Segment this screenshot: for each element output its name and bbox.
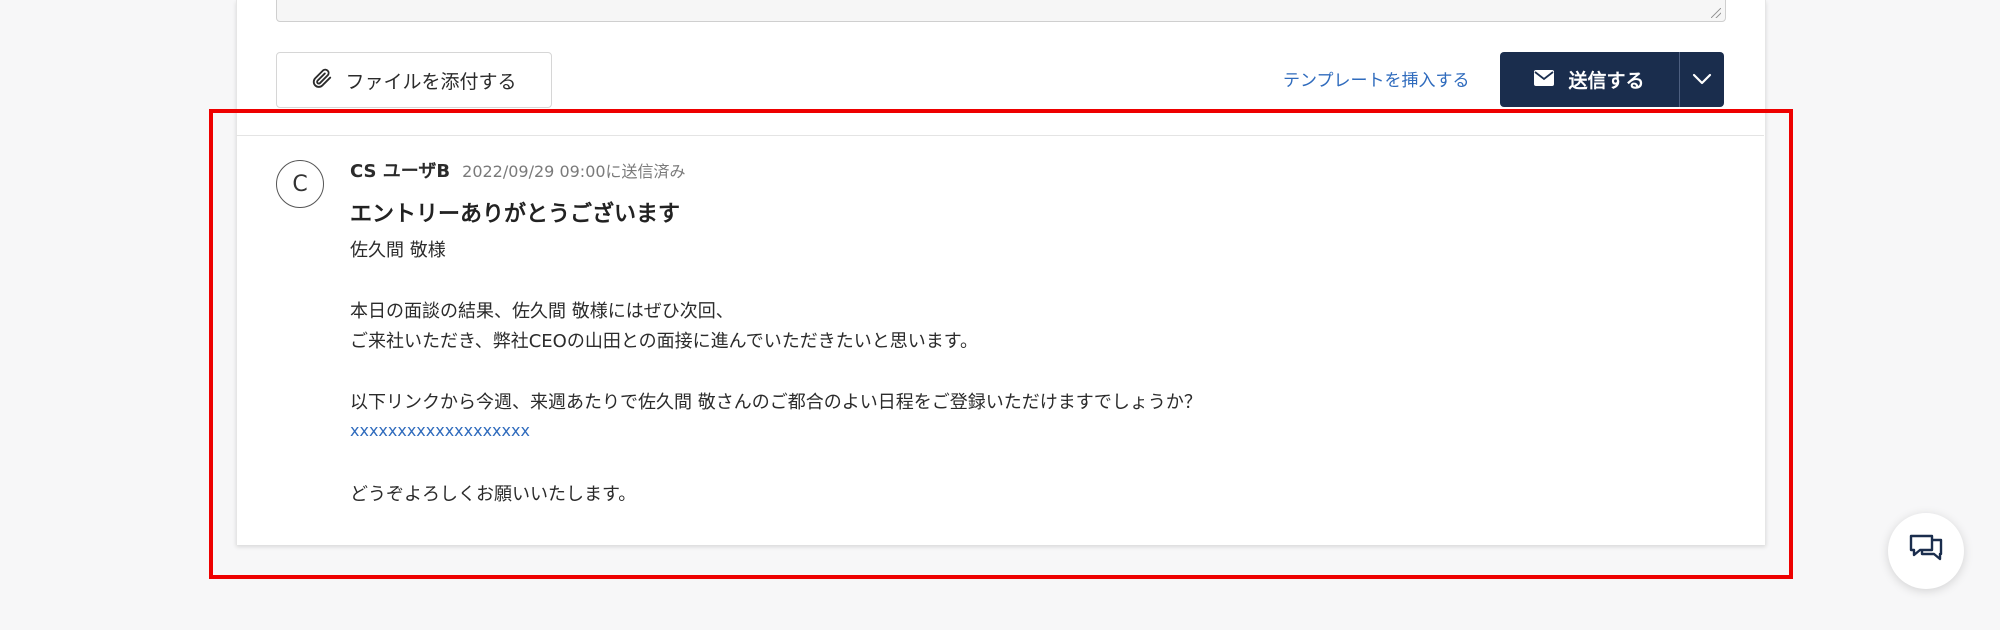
message-textarea[interactable] xyxy=(276,0,1726,22)
insert-template-link[interactable]: テンプレートを挿入する xyxy=(1283,66,1470,91)
send-button-group: 送信する xyxy=(1500,52,1724,107)
chat-support-button[interactable] xyxy=(1888,513,1964,589)
send-button[interactable]: 送信する xyxy=(1500,52,1679,107)
attach-file-button[interactable]: ファイルを添付する xyxy=(276,52,552,108)
resize-handle[interactable] xyxy=(1711,8,1721,18)
envelope-icon xyxy=(1534,69,1555,91)
paperclip-icon xyxy=(311,67,333,94)
send-options-toggle[interactable] xyxy=(1680,52,1724,107)
chevron-down-icon xyxy=(1692,70,1712,89)
chat-bubbles-icon xyxy=(1908,532,1944,570)
highlight-annotation-box xyxy=(209,109,1793,579)
send-label: 送信する xyxy=(1568,70,1645,92)
attach-file-label: ファイルを添付する xyxy=(345,70,517,93)
